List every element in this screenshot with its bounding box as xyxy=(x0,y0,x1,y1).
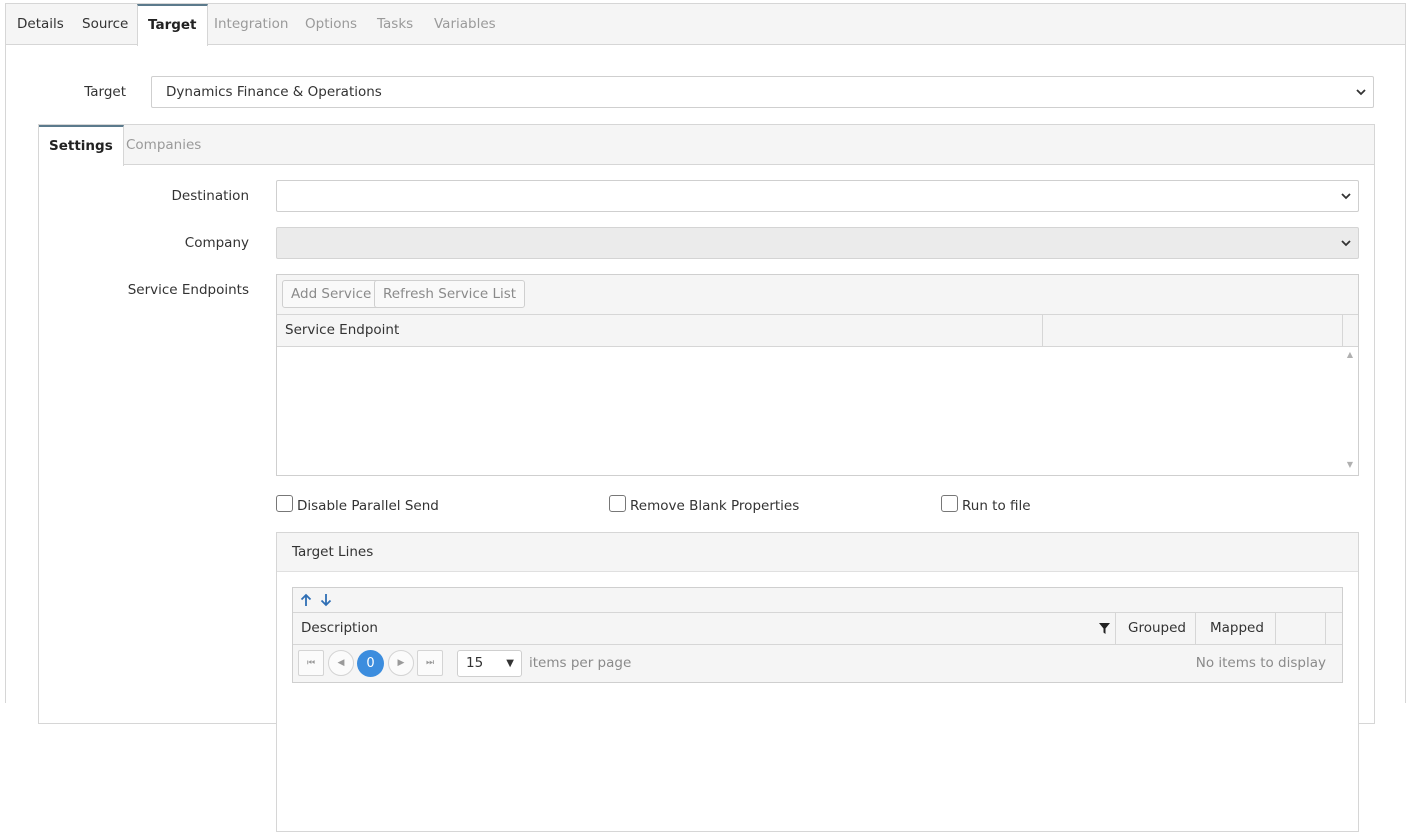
column-mapped[interactable]: Mapped xyxy=(1196,613,1276,644)
target-lines-header: Description Grouped Mapped xyxy=(293,613,1342,645)
first-page-icon[interactable]: ⏮ xyxy=(298,650,324,676)
current-page[interactable]: 0 xyxy=(357,650,384,677)
scroll-down-icon[interactable]: ▼ xyxy=(1346,461,1354,469)
remove-blank-properties-option[interactable]: Remove Blank Properties xyxy=(609,495,799,515)
page-size-select[interactable]: 15 ▼ xyxy=(457,650,522,677)
tab-details[interactable]: Details xyxy=(17,4,64,45)
target-config-window: Details Source Target Integration Option… xyxy=(5,3,1406,832)
items-per-page-label: items per page xyxy=(529,655,632,671)
column-blank xyxy=(1276,613,1326,644)
page-size-value: 15 xyxy=(466,655,484,671)
disable-parallel-send-label: Disable Parallel Send xyxy=(297,498,439,514)
service-endpoints-label: Service Endpoints xyxy=(127,282,249,298)
scroll-up-icon[interactable]: ▲ xyxy=(1346,351,1354,359)
service-endpoints-grid: Add Service Refresh Service List Service… xyxy=(276,274,1359,476)
last-page-icon[interactable]: ⏭ xyxy=(417,650,443,676)
tab-source[interactable]: Source xyxy=(82,4,128,45)
destination-label: Destination xyxy=(171,188,249,204)
company-label: Company xyxy=(184,235,249,251)
target-lines-title: Target Lines xyxy=(277,533,1358,572)
tab-settings[interactable]: Settings xyxy=(39,125,124,166)
tab-tasks[interactable]: Tasks xyxy=(377,4,413,45)
tab-integration[interactable]: Integration xyxy=(214,4,288,45)
refresh-service-list-button[interactable]: Refresh Service List xyxy=(374,280,526,308)
prev-page-icon[interactable]: ◀ xyxy=(328,650,354,676)
pager: ⏮ ◀ 0 ▶ ⏭ 15 ▼ items per page No items t… xyxy=(293,645,1342,682)
target-lines-grid: Description Grouped Mapped ⏮ ◀ 0 ▶ ⏭ 15 … xyxy=(292,587,1343,683)
next-page-icon[interactable]: ▶ xyxy=(388,650,414,676)
run-to-file-checkbox[interactable] xyxy=(941,495,958,512)
column-service-endpoint[interactable]: Service Endpoint xyxy=(277,315,1043,346)
add-service-button[interactable]: Add Service xyxy=(282,280,381,308)
remove-blank-properties-checkbox[interactable] xyxy=(609,495,626,512)
disable-parallel-send-option[interactable]: Disable Parallel Send xyxy=(276,495,439,515)
target-label: Target xyxy=(84,84,126,100)
tab-variables[interactable]: Variables xyxy=(434,4,496,45)
arrow-up-icon[interactable] xyxy=(299,592,313,608)
service-endpoints-toolbar: Add Service Refresh Service List xyxy=(277,275,1358,315)
chevron-down-icon xyxy=(1341,193,1351,200)
column-description-label: Description xyxy=(301,620,378,636)
target-select-value: Dynamics Finance & Operations xyxy=(166,84,382,100)
disable-parallel-send-checkbox[interactable] xyxy=(276,495,293,512)
main-tab-bar: Details Source Target Integration Option… xyxy=(6,4,1405,46)
remove-blank-properties-label: Remove Blank Properties xyxy=(630,498,800,514)
target-lines-toolbar xyxy=(293,588,1342,613)
column-description[interactable]: Description xyxy=(293,613,1116,644)
destination-select[interactable] xyxy=(276,180,1359,212)
settings-tab-bar: Settings Companies xyxy=(39,125,1374,166)
service-endpoints-header: Service Endpoint xyxy=(277,315,1358,347)
target-select[interactable]: Dynamics Finance & Operations xyxy=(151,76,1374,108)
arrow-down-icon[interactable] xyxy=(319,592,333,608)
tab-companies[interactable]: Companies xyxy=(126,125,201,165)
run-to-file-option[interactable]: Run to file xyxy=(941,495,1031,515)
chevron-down-icon xyxy=(1341,240,1351,247)
chevron-down-icon xyxy=(1356,89,1366,96)
empty-message: No items to display xyxy=(1195,655,1326,671)
target-lines-panel: Target Lines Description Grouped Mapped xyxy=(276,532,1359,832)
column-grouped[interactable]: Grouped xyxy=(1116,613,1196,644)
column-blank xyxy=(1043,315,1343,346)
tab-target[interactable]: Target xyxy=(137,4,208,46)
caret-down-icon: ▼ xyxy=(506,658,514,669)
run-to-file-label: Run to file xyxy=(962,498,1031,514)
tab-options[interactable]: Options xyxy=(305,4,357,45)
company-select[interactable] xyxy=(276,227,1359,259)
settings-panel: Settings Companies Destination Company S… xyxy=(38,124,1375,832)
filter-icon[interactable] xyxy=(1098,622,1111,635)
